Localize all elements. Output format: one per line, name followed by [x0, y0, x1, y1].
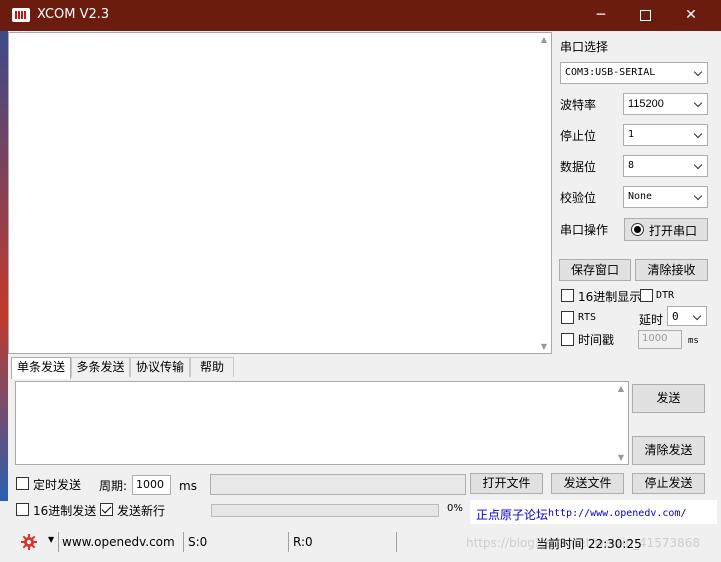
dtr-checkbox[interactable] — [640, 289, 653, 302]
chevron-down-icon — [693, 159, 703, 173]
send-scrollbar[interactable]: ▲ ▼ — [614, 382, 628, 464]
progress-text: 0% — [447, 503, 463, 514]
port-section-label: 串口选择 — [560, 40, 609, 54]
forum-label[interactable]: 正点原子论坛 — [476, 506, 548, 523]
period-unit: ms — [179, 479, 197, 493]
hex-display-label: 16进制显示 — [578, 290, 642, 304]
tab-protocol[interactable]: 协议传输 — [130, 357, 190, 377]
chevron-down-icon — [693, 97, 703, 111]
minimize-icon[interactable]: ─ — [578, 0, 624, 31]
forum-url[interactable]: http://www.openedv.com/ — [548, 508, 686, 519]
radio-dot-icon — [631, 223, 644, 236]
status-separator — [183, 532, 184, 552]
chevron-down-icon — [692, 310, 702, 324]
port-select[interactable]: COM3:USB-SERIAL — [560, 62, 708, 84]
baud-select[interactable]: 115200 — [623, 93, 708, 115]
data-bits-value: 8 — [628, 160, 635, 171]
scroll-down-icon[interactable]: ▼ — [616, 453, 626, 462]
timed-send-checkbox[interactable] — [16, 477, 29, 490]
file-path-box[interactable] — [210, 474, 466, 495]
close-icon[interactable]: ✕ — [668, 0, 714, 31]
timed-send-label: 定时发送 — [33, 478, 82, 492]
status-separator — [288, 532, 289, 552]
timestamp-label: 时间戳 — [578, 333, 615, 347]
period-label: 周期: — [99, 479, 128, 493]
timestamp-checkbox[interactable] — [561, 333, 574, 346]
forum-link-box: 正点原子论坛 http://www.openedv.com/ — [470, 500, 717, 524]
scroll-up-icon[interactable]: ▲ — [616, 384, 626, 393]
settings-menu-arrow-icon[interactable]: ▼ — [48, 535, 54, 544]
stop-bits-value: 1 — [628, 129, 635, 140]
delay-value: 0 — [672, 310, 679, 323]
timestamp-input[interactable]: 1000 — [638, 330, 682, 349]
tab-multi-send[interactable]: 多条发送 — [71, 357, 130, 377]
parity-label: 校验位 — [560, 191, 597, 205]
title-bar: XCOM V2.3 ─ ✕ — [0, 0, 721, 31]
status-separator — [396, 532, 397, 552]
period-input[interactable]: 1000 — [132, 475, 171, 495]
send-tabs: 单条发送 多条发送 协议传输 帮助 — [8, 357, 718, 379]
dtr-label: DTR — [656, 290, 675, 301]
website-label[interactable]: www.openedv.com — [62, 535, 175, 549]
xcom-app-icon — [12, 8, 30, 22]
timestamp-unit: ms — [688, 336, 699, 346]
hex-send-checkbox[interactable] — [16, 503, 29, 516]
chevron-down-icon — [693, 128, 703, 142]
background-strip — [0, 31, 8, 501]
hex-send-label: 16进制发送 — [33, 504, 97, 518]
data-bits-label: 数据位 — [560, 160, 597, 174]
chevron-down-icon — [693, 190, 703, 204]
scroll-down-icon[interactable]: ▼ — [539, 342, 549, 351]
stop-bits-label: 停止位 — [560, 129, 597, 143]
send-newline-checkbox[interactable] — [100, 503, 113, 516]
send-progress-bar — [211, 504, 439, 517]
status-separator — [58, 532, 59, 552]
send-button[interactable]: 发送 — [632, 384, 705, 413]
parity-select[interactable]: None — [623, 186, 708, 208]
clear-receive-button[interactable]: 清除接收 — [635, 259, 708, 281]
data-bits-select[interactable]: 8 — [623, 155, 708, 177]
window-title: XCOM V2.3 — [37, 7, 110, 22]
scroll-up-icon[interactable]: ▲ — [539, 35, 549, 44]
receive-scrollbar[interactable]: ▲ ▼ — [537, 33, 551, 353]
send-newline-label: 发送新行 — [117, 504, 166, 518]
port-select-value: COM3:USB-SERIAL — [565, 67, 656, 78]
hex-display-checkbox[interactable] — [561, 289, 574, 302]
port-op-label: 串口操作 — [560, 223, 609, 237]
maximize-icon[interactable] — [622, 0, 668, 31]
baud-select-value: 115200 — [628, 98, 664, 110]
baud-label: 波特率 — [560, 98, 597, 112]
parity-value: None — [628, 191, 653, 202]
receive-textarea[interactable]: ▲ ▼ — [8, 32, 552, 354]
watermark-text: https://blog.csdn.net/weixin_41573868 — [466, 536, 701, 550]
sent-count: S:0 — [188, 535, 208, 549]
rts-label: RTS — [578, 312, 597, 323]
tab-help[interactable]: 帮助 — [190, 357, 234, 377]
tab-single-send[interactable]: 单条发送 — [11, 357, 71, 379]
send-textarea[interactable]: ▲ ▼ — [15, 381, 629, 465]
save-window-button[interactable]: 保存窗口 — [559, 259, 631, 281]
gear-icon[interactable] — [21, 534, 37, 550]
stop-send-button[interactable]: 停止发送 — [632, 473, 705, 494]
send-file-button[interactable]: 发送文件 — [551, 473, 624, 494]
open-port-label: 打开串口 — [648, 224, 697, 238]
open-port-button[interactable]: 打开串口 — [624, 218, 708, 241]
clear-send-button[interactable]: 清除发送 — [632, 436, 705, 465]
rts-checkbox[interactable] — [561, 311, 574, 324]
open-file-button[interactable]: 打开文件 — [470, 473, 543, 494]
delay-select[interactable]: 0 — [667, 306, 707, 326]
stop-bits-select[interactable]: 1 — [623, 124, 708, 146]
delay-label: 延时 — [639, 313, 664, 327]
received-count: R:0 — [293, 535, 313, 549]
chevron-down-icon — [693, 66, 703, 80]
